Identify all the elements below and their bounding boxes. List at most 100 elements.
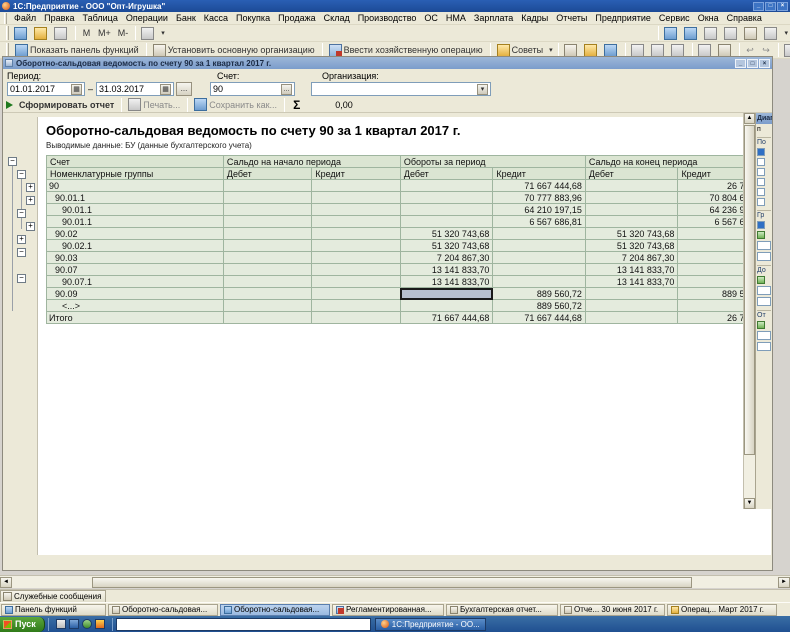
settings-field-2[interactable] [757,252,771,261]
report-scroll-container[interactable]: Оборотно-сальдовая ведомость по счету 90… [38,117,771,555]
settings-field-4[interactable] [757,297,771,306]
calendar-button[interactable] [12,26,31,41]
table-row[interactable]: 90.02.1 51 320 743,68 51 320 743,68 [46,239,771,252]
table-row[interactable]: 90 71 667 444,68 26 798,00 [46,179,771,192]
settings-checkbox-3[interactable] [757,168,765,176]
table-total-row[interactable]: Итого 71 667 444,68 71 667 444,68 26 798… [46,311,771,324]
window-list-button[interactable] [742,26,761,41]
document-close-button[interactable]: × [759,58,770,68]
settings-add-icon-1[interactable] [757,231,765,239]
cell-account[interactable]: 90.09 [46,287,224,300]
menu-item-os[interactable]: ОС [420,12,442,24]
cell-close-debit[interactable] [584,287,679,300]
settings-checkbox-2[interactable] [757,158,765,166]
cell-open-credit[interactable] [311,299,401,312]
cell-turn-credit[interactable] [492,227,586,240]
menu-item-help[interactable]: Справка [723,12,766,24]
settings-field-3[interactable] [757,286,771,295]
window-button-functions-panel[interactable]: Панель функций [1,603,106,616]
window-close-all-button[interactable] [762,26,781,41]
cell-turn-credit[interactable]: 889 560,72 [492,287,586,300]
sum-icon[interactable]: Σ [288,98,305,112]
close-button[interactable]: × [777,1,788,11]
period-settings-button[interactable]: ... [176,82,193,96]
table-row[interactable]: 90.03 7 204 867,30 7 204 867,30 [46,251,771,264]
save-as-button[interactable]: Сохранить как... [191,97,280,112]
cell-turn-debit[interactable]: 51 320 743,68 [399,227,494,240]
cell-turn-credit[interactable] [492,239,586,252]
cell-account[interactable]: 90.01.1 [46,215,224,228]
memory-minus-button[interactable]: M- [115,26,132,41]
tree-toggle-child-2[interactable]: + [26,196,35,205]
table-row[interactable]: 90.07.1 13 141 833,70 13 141 833,70 [46,275,771,288]
cell-close-debit[interactable] [584,203,679,216]
scroll-up-button[interactable]: ▲ [744,113,755,124]
settings-field-6[interactable] [757,342,771,351]
settings-add-icon-3[interactable] [757,321,765,329]
toolbar-overflow-caret[interactable]: ▾ [159,29,167,37]
memory-plus-button[interactable]: M+ [95,26,114,41]
cell-open-debit[interactable] [222,191,313,204]
table-row[interactable]: 90.02 51 320 743,68 51 320 743,68 [46,227,771,240]
cell-open-credit[interactable] [311,287,401,300]
menu-item-reports[interactable]: Отчеты [552,12,591,24]
menu-item-enterprise[interactable]: Предприятие [591,12,654,24]
settings-checkbox-5[interactable] [757,188,765,196]
tree-toggle-90011[interactable]: − [17,170,26,179]
cell-turn-credit[interactable]: 64 210 197,15 [492,203,586,216]
settings-checkbox-4[interactable] [757,178,765,186]
scroll-right-button[interactable]: ► [778,576,790,588]
print-report-button[interactable]: Печать... [125,97,183,112]
table-row[interactable]: 90.07 13 141 833,70 13 141 833,70 [46,263,771,276]
scroll-left-button[interactable]: ◄ [0,576,12,588]
account-picker-button[interactable]: ... [281,83,293,95]
settings-field-5[interactable] [757,331,771,340]
cell-turn-credit[interactable] [492,263,586,276]
window-toolbar-caret[interactable]: ▾ [782,29,790,37]
period-from-calendar-icon[interactable]: ▦ [71,83,82,95]
cell-close-debit[interactable]: 13 141 833,70 [584,263,679,276]
tips-caret[interactable]: ▾ [547,46,555,54]
cell-turn-debit[interactable] [399,215,494,228]
window-button-operations[interactable]: Операц... Март 2017 г. [667,603,777,616]
cell-open-debit[interactable] [222,227,313,240]
start-button[interactable]: Пуск [0,616,45,632]
tree-toggle-9003[interactable]: + [17,235,26,244]
window-button-regulated[interactable]: Регламентированная... [332,603,444,616]
document-maximize-button[interactable]: □ [747,58,758,68]
menu-item-sale[interactable]: Продажа [274,12,320,24]
cell-turn-credit[interactable]: 71 667 444,68 [492,179,586,192]
window-cascade-button[interactable] [662,26,681,41]
cell-turn-debit[interactable] [399,179,494,192]
settings-group-1[interactable]: По [757,137,771,146]
cell-account[interactable]: 90 [46,179,224,192]
settings-checkbox-7[interactable] [757,221,765,229]
scroll-down-button[interactable]: ▼ [744,498,755,509]
menu-item-windows[interactable]: Окна [694,12,723,24]
cell-open-credit[interactable] [311,191,401,204]
cell-open-debit[interactable] [222,287,313,300]
menu-item-operations[interactable]: Операции [122,12,172,24]
period-to-input[interactable]: 31.03.2017 ▦ [96,82,175,96]
generate-report-button[interactable]: Сформировать отчет [16,97,117,112]
cell-open-credit[interactable] [311,203,401,216]
report-vertical-scrollbar[interactable]: ▲ ▼ [743,113,755,509]
maximize-button[interactable]: □ [765,1,776,11]
cell-account[interactable]: 90.02 [46,227,224,240]
vertical-scroll-thumb[interactable] [744,125,755,455]
table-row[interactable]: 90.09 889 560,72 889 560,72 [46,287,771,300]
cell-open-debit[interactable] [222,251,313,264]
cell-turn-credit[interactable]: 70 777 883,96 [492,191,586,204]
cell-account[interactable]: 90.07 [46,263,224,276]
window-button-osv-1[interactable]: Оборотно-сальдовая... [108,603,218,616]
cell-open-credit[interactable] [311,251,401,264]
menu-item-salary[interactable]: Зарплата [470,12,517,24]
minimize-button[interactable]: _ [753,1,764,11]
cell-open-debit[interactable] [222,239,313,252]
cell-open-debit[interactable] [222,203,313,216]
menu-item-purchase[interactable]: Покупка [232,12,274,24]
cell-open-debit[interactable] [222,299,313,312]
account-input[interactable]: 90 ... [210,82,296,96]
menu-item-nma[interactable]: НМА [442,12,470,24]
cell-account[interactable]: <...> [46,299,224,312]
